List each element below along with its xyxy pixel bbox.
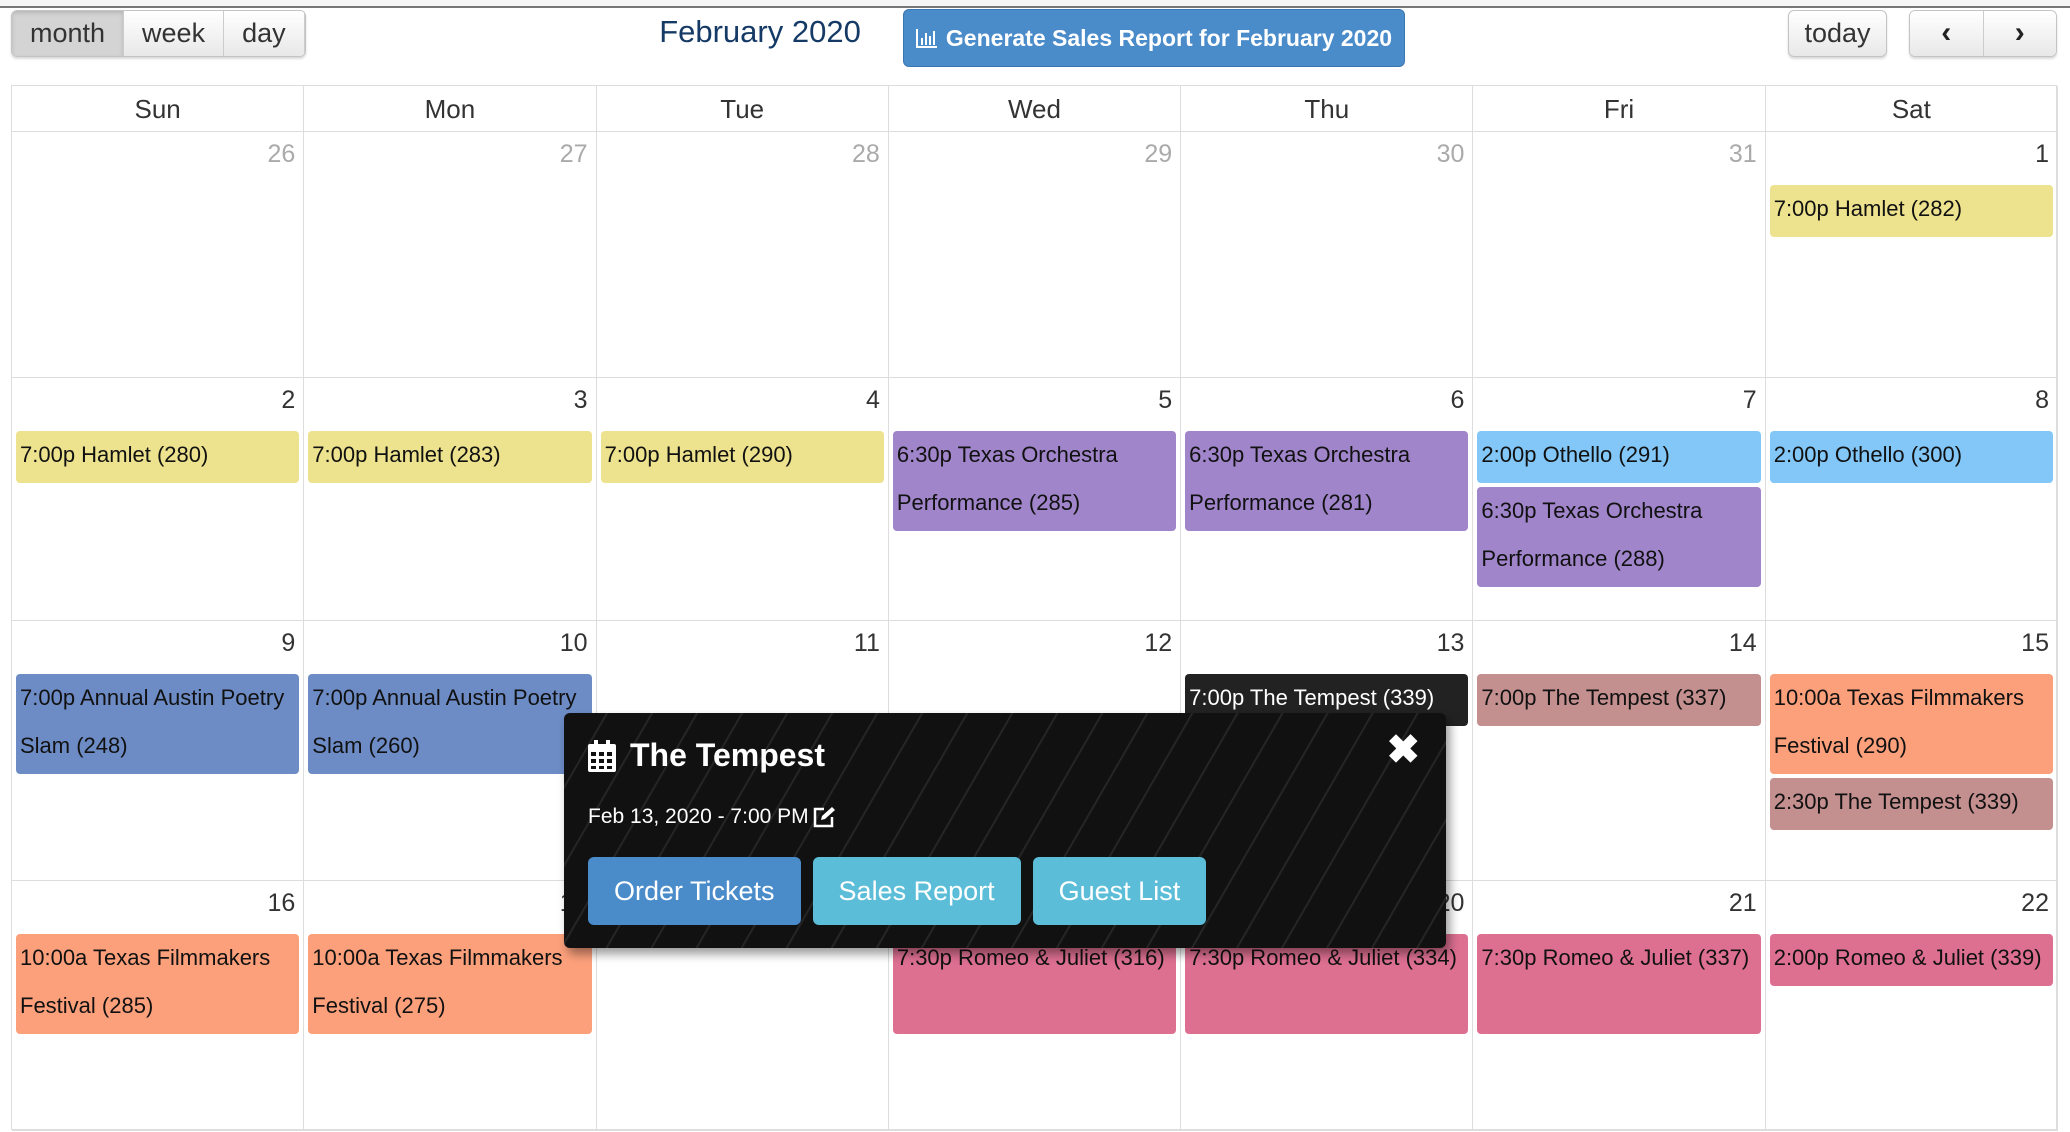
calendar-event[interactable]: 6:30p Texas Orchestra Performance (285) xyxy=(892,431,1177,531)
day-cell[interactable]: 3 xyxy=(304,378,597,621)
nav-buttons: ‹ › xyxy=(1909,10,2057,57)
chevron-left-icon[interactable]: ‹ xyxy=(1910,11,1984,56)
calendar-event[interactable]: 7:30p Romeo & Juliet (316) xyxy=(892,934,1177,1034)
calendar-event[interactable]: 10:00a Texas Filmmakers Festival (275) xyxy=(308,934,592,1034)
generate-sales-report-button[interactable]: Generate Sales Report for February 2020 xyxy=(903,9,1405,67)
event-popover: The Tempest ✖ Feb 13, 2020 - 7:00 PM Ord… xyxy=(564,713,1446,948)
day-number: 21 xyxy=(1728,889,1757,917)
month-grid: Sun Mon Tue Wed Thu Fri Sat 26 27 28 29 30 31 1 2 3 4 5 6 7… xyxy=(11,85,2058,1131)
calendar-event[interactable]: 7:00p Hamlet (290) xyxy=(600,431,884,483)
calendar-event[interactable]: 7:00p Annual Austin Poetry Slam (248) xyxy=(16,674,300,774)
popover-actions: Order Tickets Sales Report Guest List xyxy=(588,857,1207,925)
day-number: 10 xyxy=(559,629,588,657)
calendar-icon xyxy=(588,739,616,772)
order-tickets-button[interactable]: Order Tickets xyxy=(588,857,801,925)
weekday-header: Thu xyxy=(1181,86,1474,132)
day-number: 31 xyxy=(1728,140,1757,168)
day-cell[interactable]: 8 xyxy=(1765,378,2058,621)
calendar-event[interactable]: 7:30p Romeo & Juliet (337) xyxy=(1477,934,1761,1034)
view-month-button[interactable]: month xyxy=(12,11,125,56)
close-icon[interactable]: ✖ xyxy=(1386,727,1420,773)
day-cell[interactable]: 22 xyxy=(1765,881,2058,1131)
edit-icon[interactable] xyxy=(813,806,835,828)
today-button[interactable]: today xyxy=(1788,10,1887,57)
day-number: 7 xyxy=(1742,386,1757,414)
popover-date: Feb 13, 2020 - 7:00 PM xyxy=(588,805,835,829)
weekday-header: Sun xyxy=(12,86,305,132)
calendar-event[interactable]: 2:30p The Tempest (339) xyxy=(1769,778,2053,830)
day-number: 5 xyxy=(1158,386,1173,414)
day-cell[interactable]: 29 xyxy=(888,132,1182,378)
day-number: 9 xyxy=(281,629,296,657)
popover-title: The Tempest xyxy=(588,737,825,774)
day-cell[interactable]: 4 xyxy=(596,378,889,621)
guest-list-button[interactable]: Guest List xyxy=(1032,857,1207,925)
event-datetime: Feb 13, 2020 - 7:00 PM xyxy=(588,805,809,828)
day-number: 29 xyxy=(1144,140,1173,168)
calendar-event[interactable]: 10:00a Texas Filmmakers Festival (285) xyxy=(16,934,300,1034)
day-number: 27 xyxy=(559,140,588,168)
day-cell[interactable]: 28 xyxy=(596,132,889,378)
calendar-event[interactable]: 6:30p Texas Orchestra Performance (281) xyxy=(1185,431,1469,531)
day-number: 6 xyxy=(1450,386,1465,414)
day-number: 16 xyxy=(267,889,296,917)
sales-report-button[interactable]: Sales Report xyxy=(812,857,1021,925)
calendar-event[interactable]: 2:00p Romeo & Juliet (339) xyxy=(1769,934,2053,986)
day-cell[interactable]: 26 xyxy=(12,132,305,378)
weekday-header: Sat xyxy=(1765,86,2058,132)
calendar-event[interactable]: 7:00p Hamlet (280) xyxy=(16,431,300,483)
calendar-event[interactable]: 10:00a Texas Filmmakers Festival (290) xyxy=(1769,674,2053,774)
view-switcher: month week day xyxy=(11,10,306,57)
view-day-button[interactable]: day xyxy=(224,11,305,56)
weekday-header: Wed xyxy=(888,86,1182,132)
weekday-header: Tue xyxy=(596,86,889,132)
day-number: 15 xyxy=(2021,629,2049,657)
calendar-event[interactable]: 2:00p Othello (291) xyxy=(1477,431,1761,483)
popover-event-name: The Tempest xyxy=(630,737,825,773)
day-number: 28 xyxy=(852,140,880,168)
view-week-button[interactable]: week xyxy=(124,11,225,56)
bar-chart-icon xyxy=(915,29,937,48)
day-number: 12 xyxy=(1144,629,1173,657)
day-number: 11 xyxy=(853,629,880,657)
day-number: 1 xyxy=(2035,140,2049,168)
weekday-header: Mon xyxy=(304,86,597,132)
day-cell[interactable]: 30 xyxy=(1181,132,1474,378)
generate-label: Generate Sales Report for February 2020 xyxy=(945,24,1393,51)
day-number: 8 xyxy=(2035,386,2049,414)
calendar-event[interactable]: 7:00p The Tempest (337) xyxy=(1477,674,1761,726)
calendar-event[interactable]: 7:30p Romeo & Juliet (334) xyxy=(1185,934,1469,1034)
day-cell[interactable]: 1 xyxy=(1765,132,2058,378)
day-number: 2 xyxy=(281,386,296,414)
day-number: 22 xyxy=(2021,889,2049,917)
day-cell[interactable]: 14 xyxy=(1473,621,1766,881)
day-number: 30 xyxy=(1436,140,1465,168)
day-cell[interactable]: 2 xyxy=(12,378,305,621)
calendar-event[interactable]: 2:00p Othello (300) xyxy=(1769,431,2053,483)
day-number: 14 xyxy=(1728,629,1757,657)
calendar-event[interactable]: 7:00p Annual Austin Poetry Slam (260) xyxy=(308,674,592,774)
day-cell[interactable]: 27 xyxy=(304,132,597,378)
calendar-event[interactable]: 7:00p Hamlet (283) xyxy=(308,431,592,483)
day-number: 4 xyxy=(865,386,880,414)
calendar-event[interactable]: 7:00p Hamlet (282) xyxy=(1769,185,2053,237)
calendar-title: February 2020 xyxy=(659,14,861,49)
weekday-header: Fri xyxy=(1473,86,1766,132)
calendar-event[interactable]: 6:30p Texas Orchestra Performance (288) xyxy=(1477,487,1761,587)
day-number: 3 xyxy=(573,386,588,414)
top-border xyxy=(0,0,2070,8)
day-cell[interactable]: 31 xyxy=(1473,132,1766,378)
chevron-right-icon[interactable]: › xyxy=(1983,11,2056,56)
day-number: 13 xyxy=(1436,629,1465,657)
day-number: 26 xyxy=(267,140,296,168)
